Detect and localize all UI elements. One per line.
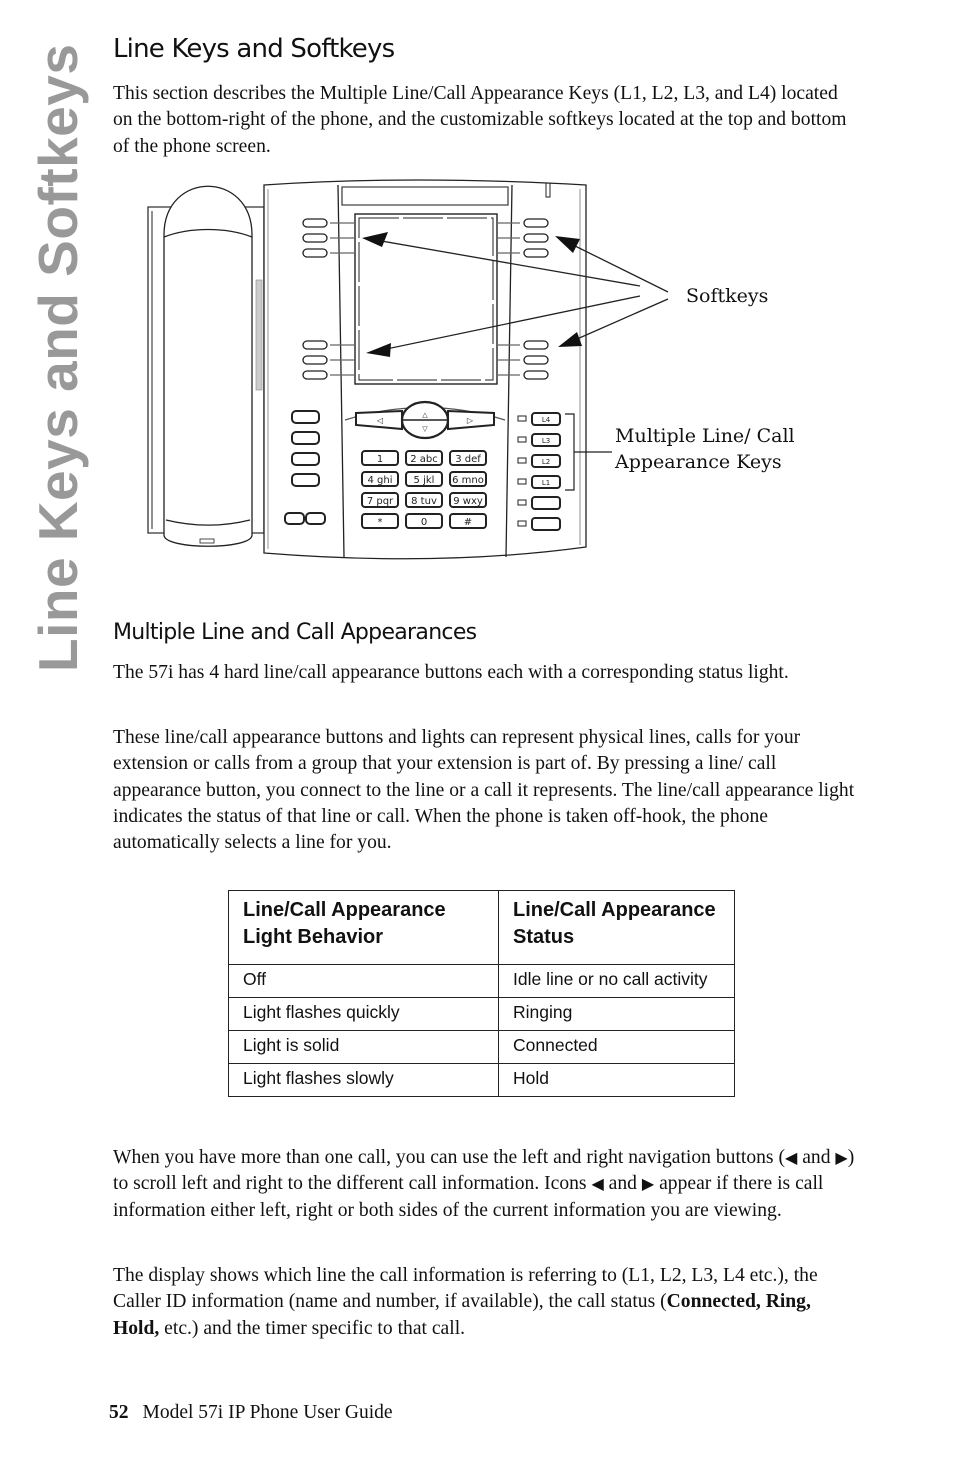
side-tab-title: Line Keys and Softkeys [27, 43, 89, 672]
dialpad-key-label: 6 mno [452, 475, 484, 486]
dialpad-key: * [361, 513, 399, 529]
guide-title: Model 57i IP Phone User Guide [142, 1402, 393, 1423]
cell-status: Ringing [498, 997, 735, 1031]
dialpad-key-label: 1 [377, 454, 383, 465]
header-status: Line/Call Appearance Status [498, 890, 735, 965]
dialpad-key: # [449, 513, 487, 529]
table-row: Light flashes slowly Hold [228, 1063, 735, 1097]
table-row: Off Idle line or no call activity [228, 964, 735, 998]
line-key-label: L1 [542, 479, 550, 487]
handset-icon [163, 185, 253, 547]
status-light [517, 499, 527, 506]
dialpad-key-label: 5 jkl [414, 475, 435, 486]
dialpad-key: 2 abc [405, 450, 443, 466]
cell-status: Connected [498, 1030, 735, 1064]
dialpad-key-label: 4 ghi [367, 475, 392, 486]
line-keys-callout: Multiple Line/ Call Appearance Keys [615, 425, 795, 473]
dialpad-key-label: 9 wxy [453, 496, 483, 507]
status-light [517, 457, 527, 464]
dialpad-key: 4 ghi [361, 471, 399, 487]
dialpad-key-label: 7 pqr [367, 496, 394, 507]
status-light [517, 520, 527, 527]
navigation-paragraph: When you have more than one call, you ca… [113, 1147, 855, 1221]
function-key [531, 496, 561, 510]
dialpad-key: 6 mno [449, 471, 487, 487]
dialpad-key: 8 tuv [405, 492, 443, 508]
dialpad-key-label: * [378, 517, 383, 528]
phone-diagram: △ ▽ ◁ ▷ 1 2 abc 3 def 4 ghi 5 jkl 6 mno 7 pqr 8… [140, 175, 820, 575]
cell-light-behavior: Light is solid [228, 1030, 499, 1064]
dialpad-key: 5 jkl [405, 471, 443, 487]
paragraph-line-buttons: The 57i has 4 hard line/call appearance … [113, 662, 789, 683]
cell-status: Idle line or no call activity [498, 964, 735, 998]
cell-light-behavior: Light flashes quickly [228, 997, 499, 1031]
right-nav-button-icon: ▶ [835, 1148, 848, 1167]
cell-light-behavior: Off [228, 964, 499, 998]
intro-paragraph: This section describes the Multiple Line… [113, 83, 847, 157]
page-number: 52 [109, 1402, 129, 1423]
table-row: Light flashes quickly Ringing [228, 997, 735, 1031]
dialpad-key-label: # [464, 517, 472, 528]
header-light-behavior: Line/Call Appearance Light Behavior [228, 890, 499, 965]
left-arrow-icon: ◀ [591, 1174, 604, 1194]
line-key-label: L3 [542, 437, 550, 445]
dialpad-key: 1 [361, 450, 399, 466]
display-paragraph: The display shows which line the call in… [113, 1265, 818, 1339]
dialpad-key-label: 0 [421, 517, 427, 528]
dialpad-key: 0 [405, 513, 443, 529]
dialpad-key-label: 2 abc [410, 454, 438, 465]
subsection-title: Multiple Line and Call Appearances [113, 620, 477, 645]
dialpad-key: 3 def [449, 450, 487, 466]
softkeys-callout: Softkeys [686, 285, 769, 307]
function-key [531, 517, 561, 531]
section-title: Line Keys and Softkeys [113, 34, 395, 64]
line-key-label: L2 [542, 458, 550, 466]
dialpad-key: 7 pqr [361, 492, 399, 508]
page-footer: 52 Model 57i IP Phone User Guide [109, 1402, 393, 1424]
svg-text:▽: ▽ [422, 425, 428, 433]
cell-light-behavior: Light flashes slowly [228, 1063, 499, 1097]
paragraph-line-lights: These line/call appearance buttons and l… [113, 727, 855, 854]
svg-text:△: △ [422, 411, 428, 419]
dialpad-key: 9 wxy [449, 492, 487, 508]
cell-status: Hold [498, 1063, 735, 1097]
speaker-grill [255, 279, 263, 391]
table-header-row: Line/Call Appearance Light Behavior Line… [228, 890, 735, 965]
light-status-table: Line/Call Appearance Light Behavior Line… [228, 890, 735, 1097]
dialpad-key-label: 3 def [455, 454, 481, 465]
status-light [517, 415, 527, 422]
svg-text:◁: ◁ [377, 416, 384, 425]
line-key-label: L4 [542, 416, 551, 424]
right-arrow-icon: ▶ [641, 1174, 655, 1194]
status-light [517, 436, 527, 443]
left-nav-button-icon: ◀ [784, 1148, 798, 1167]
svg-text:▷: ▷ [467, 416, 474, 425]
table-row: Light is solid Connected [228, 1030, 735, 1064]
status-light [517, 478, 527, 485]
dialpad-key-label: 8 tuv [411, 496, 437, 507]
